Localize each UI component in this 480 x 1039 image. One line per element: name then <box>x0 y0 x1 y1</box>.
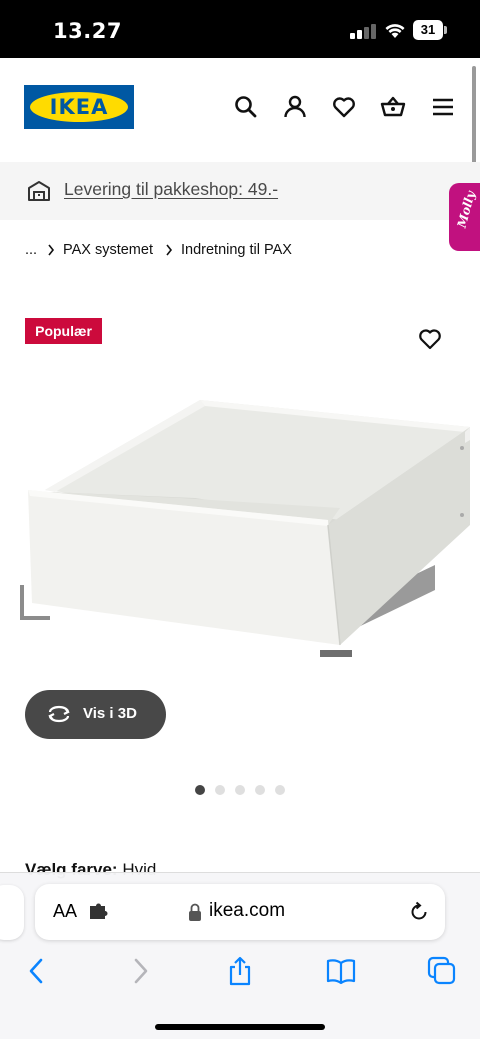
breadcrumb-indretning[interactable]: Indretning til PAX <box>181 242 292 258</box>
address-bar[interactable]: AA ikea.com <box>35 884 445 940</box>
site-header: IKEA <box>0 58 480 162</box>
carousel-dot[interactable] <box>235 785 245 795</box>
battery-icon: 31 <box>413 20 447 40</box>
chevron-right-icon <box>166 244 173 256</box>
carousel-dot[interactable] <box>215 785 225 795</box>
share-icon[interactable] <box>225 956 255 986</box>
wifi-icon <box>385 24 405 38</box>
reload-icon[interactable] <box>408 901 430 923</box>
chevron-right-icon <box>48 244 55 256</box>
heart-icon[interactable] <box>418 328 442 350</box>
view-in-3d-label: Vis i 3D <box>83 705 137 722</box>
carousel-indicator <box>195 785 295 795</box>
carousel-dot[interactable] <box>255 785 265 795</box>
basket-icon[interactable] <box>380 94 406 120</box>
forward-icon[interactable] <box>125 956 155 986</box>
browser-toolbar: AA ikea.com <box>0 872 480 1039</box>
url-text: ikea.com <box>209 900 286 921</box>
carousel-dot[interactable] <box>195 785 205 795</box>
popular-badge: Populær <box>25 318 102 344</box>
bookmarks-icon[interactable] <box>326 956 356 986</box>
carousel-dot[interactable] <box>275 785 285 795</box>
rotate-3d-icon <box>48 705 70 723</box>
logo-text: IKEA <box>49 95 109 119</box>
status-time: 13.27 <box>53 19 122 43</box>
lock-icon <box>189 903 201 921</box>
extension-icon[interactable] <box>88 903 108 921</box>
back-icon[interactable] <box>22 956 52 986</box>
delivery-banner[interactable]: Levering til pakkeshop: 49.- <box>0 162 480 220</box>
heart-icon[interactable] <box>331 94 357 120</box>
home-indicator <box>155 1024 325 1030</box>
status-bar: 13.27 31 <box>0 0 480 58</box>
molly-chat-button[interactable]: Molly <box>449 183 480 251</box>
search-icon[interactable] <box>233 94 259 120</box>
text-size-button[interactable]: AA <box>53 901 77 922</box>
account-icon[interactable] <box>282 94 308 120</box>
previous-tab-preview[interactable] <box>0 885 24 940</box>
breadcrumb-pax-systemet[interactable]: PAX systemet <box>63 242 153 258</box>
drawer-product-image[interactable] <box>10 380 475 670</box>
delivery-link[interactable]: Levering til pakkeshop: 49.- <box>64 179 278 200</box>
molly-logo: Molly <box>454 189 478 230</box>
signal-icon <box>350 23 376 39</box>
ikea-logo[interactable]: IKEA <box>24 85 134 129</box>
battery-level: 31 <box>413 20 443 40</box>
view-in-3d-button[interactable]: Vis i 3D <box>25 690 166 739</box>
menu-icon[interactable] <box>430 94 456 120</box>
tabs-icon[interactable] <box>427 956 457 986</box>
scrollbar[interactable] <box>472 66 476 174</box>
breadcrumb-ellipsis[interactable]: ... <box>25 242 37 258</box>
parcel-shop-icon <box>28 181 50 201</box>
